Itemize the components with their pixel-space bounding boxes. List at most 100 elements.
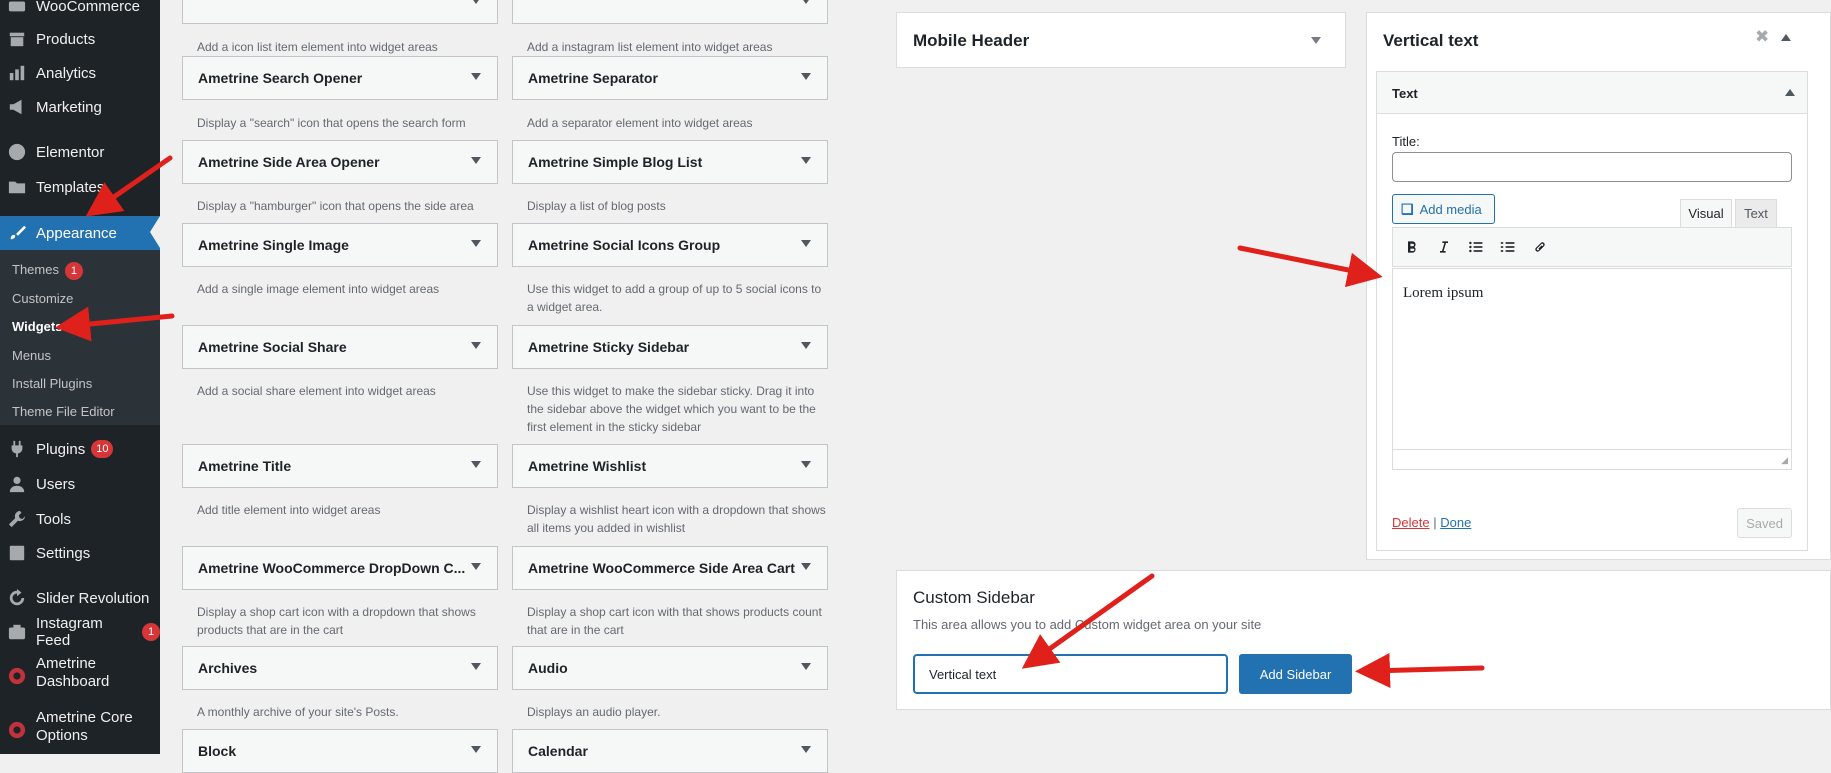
delete-link[interactable]: Delete — [1392, 515, 1430, 530]
widget-item[interactable]: Block — [182, 729, 498, 773]
chevron-down-icon[interactable] — [471, 461, 481, 468]
editor-statusbar — [1393, 449, 1791, 469]
menu-analytics[interactable]: Analytics — [0, 58, 160, 88]
submenu-customize[interactable]: Customize — [12, 291, 73, 306]
link-icon[interactable] — [1529, 236, 1551, 258]
menu-products[interactable]: Products — [0, 24, 160, 54]
chevron-down-icon[interactable] — [801, 240, 811, 247]
folder-icon — [8, 178, 26, 196]
italic-icon[interactable] — [1433, 236, 1455, 258]
update-count-badge: 1 — [64, 262, 83, 280]
chevron-down-icon[interactable] — [471, 73, 481, 80]
menu-appearance[interactable]: Appearance — [0, 216, 160, 250]
widget-item[interactable]: Ametrine Social Share — [182, 325, 498, 369]
widget-item[interactable]: Ametrine Separator — [512, 56, 828, 100]
chevron-down-icon[interactable] — [801, 73, 811, 80]
bold-icon[interactable] — [1401, 236, 1423, 258]
widget-item[interactable]: Ametrine Sticky Sidebar — [512, 325, 828, 369]
chevron-down-icon[interactable] — [471, 240, 481, 247]
menu-slider-revolution[interactable]: Slider Revolution — [0, 583, 160, 613]
sidebar-name-input[interactable] — [913, 654, 1228, 694]
menu-label: Settings — [36, 544, 91, 562]
title-input[interactable] — [1392, 152, 1792, 182]
menu-tools[interactable]: Tools — [0, 504, 160, 534]
widget-description: Display a shop cart icon with a dropdown… — [197, 605, 476, 637]
widget-title: Block — [198, 743, 237, 759]
widget-item[interactable]: Archives — [182, 646, 498, 690]
chevron-down-icon[interactable] — [471, 663, 481, 670]
content-editor[interactable]: Lorem ipsum ◢ — [1392, 268, 1792, 470]
bullet-list-icon[interactable] — [1465, 236, 1487, 258]
menu-marketing[interactable]: Marketing — [0, 92, 160, 122]
submenu-widgets[interactable]: Widgets — [12, 319, 62, 334]
chevron-down-icon[interactable] — [801, 663, 811, 670]
chevron-down-icon[interactable] — [471, 0, 481, 4]
menu-label: Appearance — [36, 224, 117, 242]
chevron-down-icon[interactable] — [1311, 37, 1321, 44]
resize-handle-icon[interactable]: ◢ — [1781, 455, 1788, 466]
archive-icon — [8, 30, 26, 48]
add-media-button[interactable]: ❏ Add media — [1392, 194, 1495, 224]
widget-description: Display a "hamburger" icon that opens th… — [197, 199, 474, 213]
saved-button[interactable]: Saved — [1737, 508, 1792, 538]
widget-item[interactable]: Ametrine WooCommerce DropDown C... — [182, 546, 498, 590]
widget-item[interactable]: Ametrine Wishlist — [512, 444, 828, 488]
menu-label: Plugins — [36, 440, 86, 458]
chevron-down-icon[interactable] — [801, 746, 811, 753]
custom-sidebar-panel: Custom Sidebar This area allows you to a… — [896, 570, 1831, 710]
chevron-down-icon[interactable] — [801, 461, 811, 468]
chevron-down-icon[interactable] — [801, 342, 811, 349]
done-link[interactable]: Done — [1440, 515, 1471, 530]
widget-item[interactable] — [182, 0, 498, 24]
widget-item[interactable]: Ametrine Social Icons Group — [512, 223, 828, 267]
widget-item[interactable]: Ametrine Single Image — [182, 223, 498, 267]
widget-item[interactable]: Ametrine Title — [182, 444, 498, 488]
menu-ametrine-dashboard[interactable]: Ametrine Dashboard — [0, 655, 160, 697]
menu-plugins[interactable]: Plugins 10 — [0, 434, 160, 464]
chevron-up-icon[interactable] — [1785, 89, 1795, 96]
ametrine-icon — [8, 721, 26, 739]
widget-item[interactable]: Calendar — [512, 729, 828, 773]
widget-header[interactable]: Text — [1377, 72, 1807, 114]
chevron-down-icon[interactable] — [471, 746, 481, 753]
widget-title: Archives — [198, 660, 258, 676]
menu-users[interactable]: Users — [0, 469, 160, 499]
megaphone-icon — [8, 98, 26, 116]
chevron-down-icon[interactable] — [471, 342, 481, 349]
chevron-down-icon[interactable] — [801, 157, 811, 164]
tab-text[interactable]: Text — [1735, 199, 1777, 227]
chevron-up-icon[interactable] — [1781, 34, 1791, 41]
chevron-down-icon[interactable] — [801, 0, 811, 4]
widget-item[interactable]: Ametrine WooCommerce Side Area Cart — [512, 546, 828, 590]
menu-label: WooCommerce — [36, 0, 140, 15]
chevron-down-icon[interactable] — [471, 157, 481, 164]
widget-description: Add a instagram list element into widget… — [527, 40, 773, 54]
menu-elementor[interactable]: Elementor — [0, 137, 160, 167]
widget-item[interactable]: Ametrine Simple Blog List — [512, 140, 828, 184]
menu-settings[interactable]: Settings — [0, 538, 160, 568]
numbered-list-icon[interactable] — [1497, 236, 1519, 258]
menu-label: Products — [36, 30, 96, 48]
menu-label: Elementor — [36, 143, 105, 161]
submenu-themes[interactable]: Themes 1 — [12, 262, 83, 280]
submenu-menus[interactable]: Menus — [12, 348, 51, 363]
widget-title: Ametrine Single Image — [198, 237, 349, 253]
tab-visual[interactable]: Visual — [1680, 199, 1732, 227]
submenu-label: Themes — [12, 262, 59, 277]
widget-item[interactable]: Ametrine Side Area Opener — [182, 140, 498, 184]
menu-label: Marketing — [36, 98, 102, 116]
chevron-down-icon[interactable] — [471, 563, 481, 570]
close-icon[interactable]: ✖ — [1755, 27, 1769, 47]
submenu-theme-file-editor[interactable]: Theme File Editor — [12, 404, 115, 419]
add-sidebar-button[interactable]: Add Sidebar — [1239, 654, 1352, 694]
menu-woocommerce[interactable]: WooCommerce — [0, 0, 160, 20]
submenu-install-plugins[interactable]: Install Plugins — [12, 376, 92, 391]
widget-item[interactable]: Audio — [512, 646, 828, 690]
menu-instagram-feed[interactable]: Instagram Feed 1 — [0, 615, 160, 649]
menu-templates[interactable]: Templates — [0, 172, 160, 202]
widget-item[interactable]: Ametrine Search Opener — [182, 56, 498, 100]
widget-item[interactable] — [512, 0, 828, 24]
menu-ametrine-core-options[interactable]: Ametrine Core Options — [0, 709, 160, 751]
chevron-down-icon[interactable] — [801, 563, 811, 570]
mobile-header-area[interactable]: Mobile Header — [896, 12, 1346, 68]
